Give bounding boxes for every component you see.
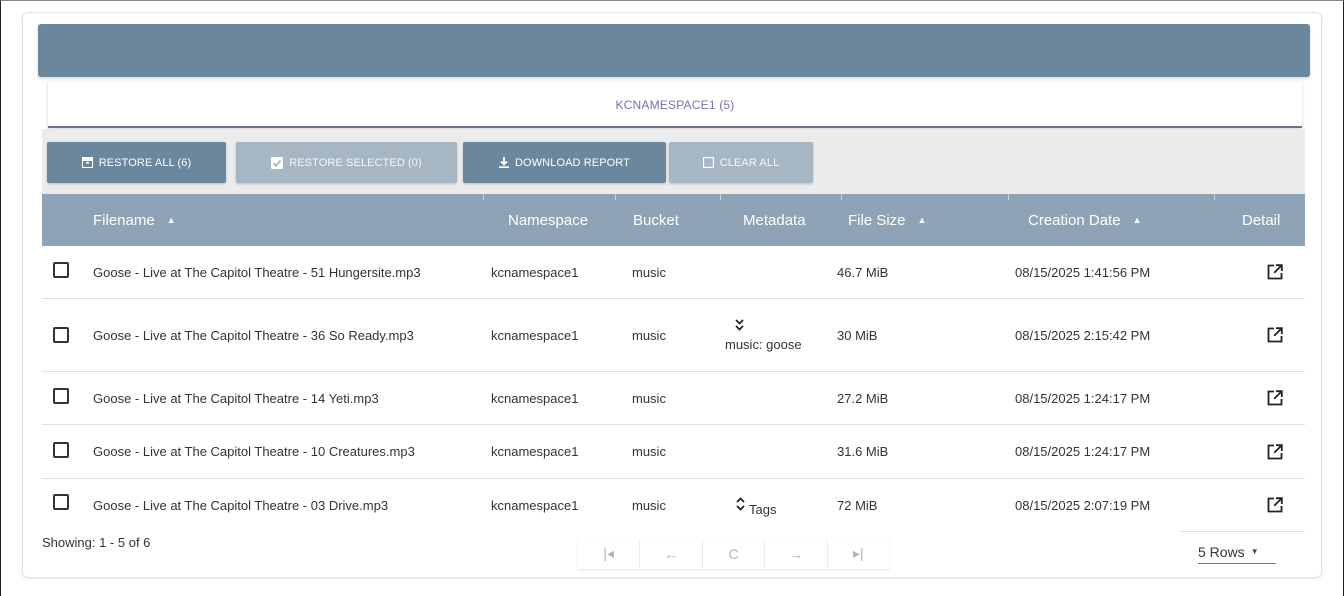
filename-cell: Goose - Live at The Capitol Theatre - 14… — [93, 390, 379, 406]
open-external-icon[interactable] — [1267, 246, 1283, 298]
first-page-button[interactable]: |◂ — [578, 538, 640, 569]
column-header-file-size[interactable]: File Size ▲ — [848, 194, 926, 246]
arrow-right-icon: → — [788, 545, 803, 562]
row-checkbox[interactable] — [53, 494, 69, 510]
column-divider — [1214, 194, 1215, 200]
filename-cell: Goose - Live at The Capitol Theatre - 51… — [93, 264, 421, 280]
namespace-cell: kcnamespace1 — [491, 390, 579, 406]
open-external-icon[interactable] — [1267, 372, 1283, 424]
expand-chevron-icon[interactable] — [736, 496, 745, 514]
checkbox-checked-icon — [271, 156, 284, 169]
archive-icon — [81, 157, 93, 168]
dropdown-arrow-icon: ▼ — [1250, 547, 1259, 556]
column-header-detail: Detail — [1242, 211, 1281, 229]
table-row[interactable]: Goose - Live at The Capitol Theatre - 36… — [42, 299, 1305, 372]
header-bar — [38, 24, 1310, 77]
pagination-controls: |◂ ← C → ▸| — [578, 538, 890, 569]
column-header-namespace[interactable]: Namespace — [508, 194, 588, 246]
metadata-cell: music: goose — [725, 299, 802, 371]
table-row[interactable]: Goose - Live at The Capitol Theatre - 51… — [42, 246, 1305, 299]
download-report-button[interactable]: DOWNLOAD REPORT — [463, 142, 666, 183]
refresh-button[interactable]: C — [702, 538, 765, 569]
row-checkbox[interactable] — [53, 442, 69, 458]
creation-date-cell: 08/15/2025 1:24:17 PM — [1015, 390, 1151, 406]
metadata-cell: Tags — [736, 479, 776, 531]
column-divider — [1008, 194, 1009, 200]
column-header-metadata[interactable]: Metadata — [743, 194, 806, 246]
namespace-cell: kcnamespace1 — [491, 264, 579, 280]
open-external-icon[interactable] — [1267, 299, 1283, 371]
table-header: Filename ▲ Namespace Bucket Metadata Fil… — [42, 194, 1305, 246]
file-size-cell: 30 MiB — [837, 327, 878, 343]
bucket-cell: music — [632, 444, 666, 459]
checkbox-empty-icon — [702, 157, 714, 168]
tab-kcnamespace1[interactable]: KCNAMESPACE1 (5) — [48, 82, 1302, 128]
namespace-tabs: KCNAMESPACE1 (5) — [48, 82, 1302, 128]
tab-active-indicator — [48, 126, 1302, 128]
clear-all-button[interactable]: CLEAR ALL — [669, 142, 813, 183]
column-divider — [483, 194, 484, 200]
column-header-creation-date[interactable]: Creation Date ▲ — [1028, 194, 1141, 246]
first-page-icon: |◂ — [603, 545, 615, 561]
rows-per-page-select[interactable]: 5 Rows ▼ — [1198, 540, 1276, 564]
tab-label: KCNAMESPACE1 (5) — [615, 98, 735, 112]
column-header-filename[interactable]: Filename ▲ — [93, 194, 176, 246]
column-divider — [720, 194, 721, 200]
row-checkbox[interactable] — [53, 388, 69, 404]
filename-cell: Goose - Live at The Capitol Theatre - 36… — [93, 327, 414, 343]
namespace-cell: kcnamespace1 — [491, 327, 579, 343]
sort-ascending-icon: ▲ — [917, 215, 927, 225]
filename-cell: Goose - Live at The Capitol Theatre - 10… — [93, 444, 415, 459]
previous-page-button[interactable]: ← — [640, 538, 702, 569]
table-row[interactable]: Goose - Live at The Capitol Theatre - 10… — [42, 425, 1305, 479]
bucket-cell: music — [632, 264, 666, 280]
column-header-bucket[interactable]: Bucket — [633, 194, 679, 246]
metadata-tags-label: Tags — [749, 501, 777, 517]
namespace-cell: kcnamespace1 — [491, 497, 579, 513]
column-divider — [615, 194, 616, 200]
row-checkbox[interactable] — [53, 327, 69, 343]
sort-ascending-icon: ▲ — [166, 215, 176, 225]
filename-cell: Goose - Live at The Capitol Theatre - 03… — [93, 497, 389, 513]
restore-selected-button[interactable]: RESTORE SELECTED (0) — [236, 142, 457, 183]
next-page-button[interactable]: → — [765, 538, 827, 569]
creation-date-cell: 08/15/2025 1:41:56 PM — [1015, 264, 1151, 280]
download-icon — [499, 157, 509, 168]
file-size-cell: 72 MiB — [837, 497, 878, 513]
action-toolbar: RESTORE ALL (6) RESTORE SELECTED (0) DOW… — [42, 129, 1305, 195]
table-row[interactable]: Goose - Live at The Capitol Theatre - 14… — [42, 372, 1305, 425]
open-external-icon[interactable] — [1267, 425, 1283, 478]
file-size-cell: 27.2 MiB — [837, 390, 889, 406]
metadata-value: music: goose — [725, 336, 802, 352]
creation-date-cell: 08/15/2025 2:07:19 PM — [1015, 497, 1151, 513]
restore-all-button[interactable]: RESTORE ALL (6) — [47, 142, 226, 183]
namespace-cell: kcnamespace1 — [491, 444, 579, 459]
open-external-icon[interactable] — [1267, 479, 1283, 531]
bucket-cell: music — [632, 390, 666, 406]
bucket-cell: music — [632, 497, 666, 513]
creation-date-cell: 08/15/2025 1:24:17 PM — [1015, 444, 1151, 459]
arrow-left-icon: ← — [664, 545, 679, 562]
last-page-button[interactable]: ▸| — [827, 538, 890, 569]
rows-per-page-value: 5 Rows — [1198, 543, 1245, 560]
last-page-icon: ▸| — [852, 545, 864, 561]
column-divider — [841, 194, 842, 200]
row-divider — [1180, 531, 1305, 532]
table-row[interactable]: Goose - Live at The Capitol Theatre - 03… — [42, 479, 1305, 531]
pagination-summary: Showing: 1 - 5 of 6 — [42, 535, 151, 550]
creation-date-cell: 08/15/2025 2:15:42 PM — [1015, 327, 1151, 343]
file-size-cell: 46.7 MiB — [837, 264, 889, 280]
refresh-icon: C — [728, 545, 739, 562]
file-size-cell: 31.6 MiB — [837, 444, 889, 459]
bucket-cell: music — [632, 327, 666, 343]
collapse-chevron-icon[interactable] — [735, 318, 744, 333]
row-checkbox[interactable] — [53, 262, 69, 278]
sort-ascending-icon: ▲ — [1132, 215, 1142, 225]
